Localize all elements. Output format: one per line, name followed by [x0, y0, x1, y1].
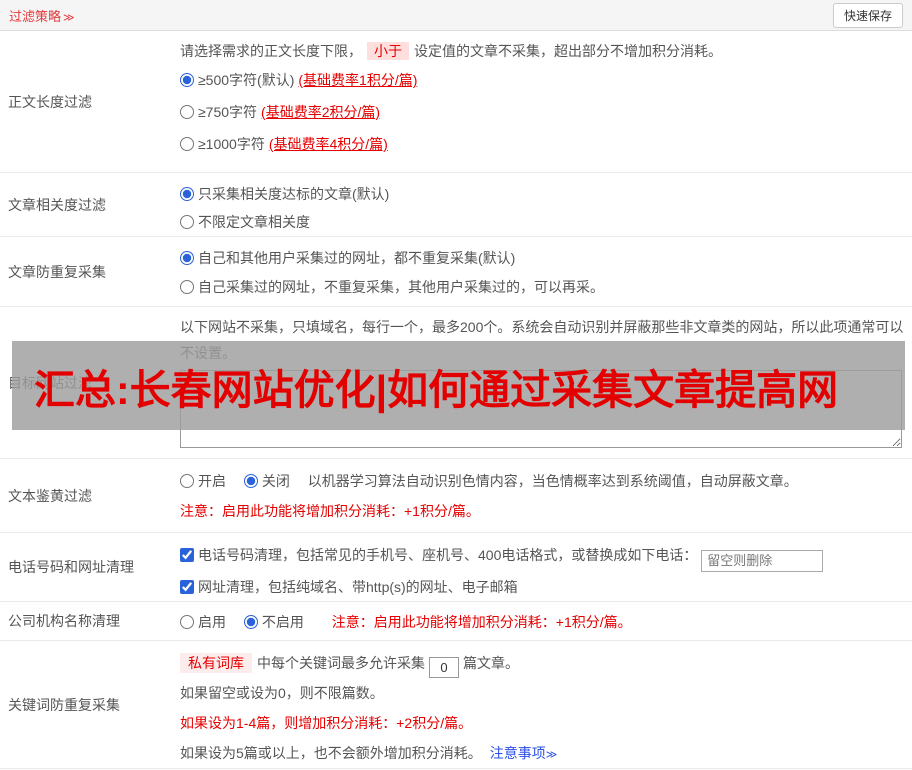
- keyword-limit-suffix: 篇文章。: [463, 655, 519, 671]
- page-title-text: 过滤策略: [9, 9, 61, 24]
- length-option-1000-label: ≥1000字符: [198, 136, 265, 152]
- company-on-label: 启用: [198, 614, 226, 630]
- length-filter-intro: 请选择需求的正文长度下限， 小于设定值的文章不采集，超出部分不增加积分消耗。: [180, 38, 904, 64]
- company-off-label: 不启用: [262, 614, 304, 630]
- keyword-limit-row: 私有词库中每个关键词最多允许采集 篇文章。: [180, 648, 904, 678]
- porn-filter-desc: 以机器学习算法自动识别色情内容，当色情概率达到系统阈值，自动屏蔽文章。: [308, 473, 798, 489]
- phone-cleanup-checkbox[interactable]: [180, 548, 194, 562]
- row-label-porn-filter: 文本鉴黄过滤: [0, 459, 180, 532]
- notice-link-text: 注意事项: [490, 745, 546, 761]
- chevron-down-icon: ≫: [546, 749, 558, 761]
- row-label-relevance-filter: 文章相关度过滤: [0, 173, 180, 236]
- row-company-cleanup: 公司机构名称清理 启用 不启用 注意：启用此功能将增加积分消耗：+1积分/篇。: [0, 602, 912, 641]
- porn-off-label: 关闭: [262, 473, 290, 489]
- row-label-length-filter: 正文长度过滤: [0, 31, 180, 172]
- row-dedup-filter: 文章防重复采集 自己和其他用户采集过的网址，都不重复采集(默认) 自己采集过的网…: [0, 237, 912, 307]
- quick-save-button[interactable]: 快速保存: [833, 3, 903, 28]
- relevance-any-label: 不限定文章相关度: [198, 214, 310, 230]
- keyword-limit-text: 中每个关键词最多允许采集: [257, 655, 425, 671]
- dedup-option-row: 自己和其他用户采集过的网址，都不重复采集(默认): [180, 244, 904, 273]
- row-label-phone-cleanup: 电话号码和网址清理: [0, 533, 180, 601]
- length-option-row: ≥500字符(默认)(基础费率1积分/篇): [180, 64, 904, 96]
- row-keyword-dedup: 关键词防重复采集 私有词库中每个关键词最多允许采集 篇文章。 如果留空或设为0，则…: [0, 641, 912, 769]
- row-phone-cleanup: 电话号码和网址清理 电话号码清理，包括常见的手机号、座机号、400电话格式，或替…: [0, 533, 912, 602]
- row-porn-filter: 文本鉴黄过滤 开启 关闭 以机器学习算法自动识别色情内容，当色情概率达到系统阈值…: [0, 459, 912, 533]
- relevance-option-row: 不限定文章相关度: [180, 208, 904, 236]
- row-label-site-filter: 目标网站过滤: [0, 307, 180, 458]
- relevance-strict-label: 只采集相关度达标的文章(默认): [198, 186, 389, 202]
- dedup-all-users-label: 自己和其他用户采集过的网址，都不重复采集(默认): [198, 250, 515, 266]
- company-on-radio[interactable]: [180, 615, 194, 629]
- length-option-1000-radio[interactable]: [180, 137, 194, 151]
- replace-phone-input[interactable]: [701, 550, 823, 572]
- length-option-750-radio[interactable]: [180, 105, 194, 119]
- dedup-self-only-label: 自己采集过的网址，不重复采集，其他用户采集过的，可以再采。: [198, 279, 604, 295]
- length-intro-highlight: 小于: [367, 42, 409, 60]
- page-title[interactable]: 过滤策略≫: [9, 6, 75, 25]
- keyword-note-cost: 如果设为1-4篇，则增加积分消耗：+2积分/篇。: [180, 708, 904, 738]
- keyword-note-five: 如果设为5篇或以上，也不会额外增加积分消耗。注意事项≫: [180, 738, 904, 770]
- site-filter-desc: 以下网站不采集，只填域名，每行一个，最多200个。系统会自动识别并屏蔽那些非文章…: [180, 314, 904, 366]
- relevance-option-row: 只采集相关度达标的文章(默认): [180, 180, 904, 208]
- site-blacklist-textarea[interactable]: [180, 370, 902, 448]
- length-option-750-label: ≥750字符: [198, 104, 257, 120]
- row-label-company-cleanup: 公司机构名称清理: [0, 602, 180, 640]
- row-relevance-filter: 文章相关度过滤 只采集相关度达标的文章(默认) 不限定文章相关度: [0, 173, 912, 237]
- keyword-note-five-text: 如果设为5篇或以上，也不会额外增加积分消耗。: [180, 745, 482, 761]
- url-cleanup-label: 网址清理，包括纯域名、带http(s)的网址、电子邮箱: [198, 579, 518, 595]
- row-label-keyword-dedup: 关键词防重复采集: [0, 641, 180, 768]
- length-option-row: ≥1000字符(基础费率4积分/篇): [180, 128, 904, 160]
- company-option-row: 启用 不启用 注意：启用此功能将增加积分消耗：+1积分/篇。: [180, 611, 904, 633]
- relevance-any-radio[interactable]: [180, 215, 194, 229]
- keyword-limit-input[interactable]: [429, 657, 459, 678]
- row-site-filter: 目标网站过滤 以下网站不采集，只填域名，每行一个，最多200个。系统会自动识别并…: [0, 307, 912, 459]
- topbar: 过滤策略≫ 快速保存: [0, 0, 912, 31]
- porn-on-label: 开启: [198, 473, 226, 489]
- dedup-all-users-radio[interactable]: [180, 251, 194, 265]
- phone-cleanup-label: 电话号码清理，包括常见的手机号、座机号、400电话格式，或替换成如下电话：: [198, 547, 697, 563]
- url-cleanup-row: 网址清理，包括纯域名、带http(s)的网址、电子邮箱: [180, 572, 904, 603]
- porn-on-radio[interactable]: [180, 474, 194, 488]
- private-lexicon-tag: 私有词库: [180, 653, 252, 673]
- length-option-500-radio[interactable]: [180, 73, 194, 87]
- row-label-dedup-filter: 文章防重复采集: [0, 237, 180, 306]
- porn-filter-note: 注意：启用此功能将增加积分消耗：+1积分/篇。: [180, 496, 904, 526]
- length-option-row: ≥750字符(基础费率2积分/篇): [180, 96, 904, 128]
- length-option-1000-rate: (基础费率4积分/篇): [269, 136, 388, 152]
- url-cleanup-checkbox[interactable]: [180, 580, 194, 594]
- company-cleanup-note: 注意：启用此功能将增加积分消耗：+1积分/篇。: [332, 614, 632, 630]
- porn-off-radio[interactable]: [244, 474, 258, 488]
- company-off-radio[interactable]: [244, 615, 258, 629]
- relevance-strict-radio[interactable]: [180, 187, 194, 201]
- length-intro-pre: 请选择需求的正文长度下限，: [180, 43, 362, 59]
- notice-link[interactable]: 注意事项≫: [490, 745, 558, 761]
- keyword-note-zero: 如果留空或设为0，则不限篇数。: [180, 678, 904, 708]
- dedup-option-row: 自己采集过的网址，不重复采集，其他用户采集过的，可以再采。: [180, 273, 904, 302]
- phone-cleanup-row: 电话号码清理，包括常见的手机号、座机号、400电话格式，或替换成如下电话：: [180, 540, 904, 572]
- dedup-self-only-radio[interactable]: [180, 280, 194, 294]
- porn-option-row: 开启 关闭 以机器学习算法自动识别色情内容，当色情概率达到系统阈值，自动屏蔽文章…: [180, 466, 904, 496]
- length-option-500-label: ≥500字符(默认): [198, 72, 294, 88]
- length-intro-post: 设定值的文章不采集，超出部分不增加积分消耗。: [414, 43, 722, 59]
- length-option-750-rate: (基础费率2积分/篇): [261, 104, 380, 120]
- row-length-filter: 正文长度过滤 请选择需求的正文长度下限， 小于设定值的文章不采集，超出部分不增加积…: [0, 31, 912, 173]
- length-option-500-rate: (基础费率1积分/篇): [298, 72, 417, 88]
- chevron-down-icon: ≫: [63, 12, 75, 24]
